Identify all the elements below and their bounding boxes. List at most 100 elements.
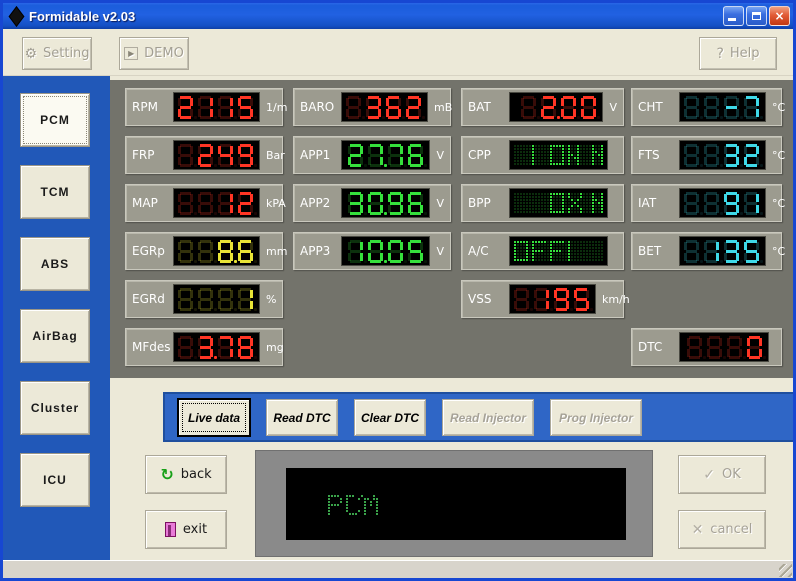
led-display-baro [341,92,428,122]
setting-button[interactable]: ⚙ Setting [22,37,92,70]
panel-label: BET [638,244,679,258]
panel-label: APP3 [300,244,341,258]
panel-label: APP1 [300,148,341,162]
read-dtc-button[interactable]: Read DTC [266,399,338,436]
check-icon: ✓ [703,467,715,483]
screen-text-pcm [328,495,379,516]
led-display-app3 [341,236,430,266]
sidebar-item-tcm[interactable]: TCM [20,165,90,219]
resize-grip[interactable] [779,564,792,577]
window-title: Formidable v2.03 [29,9,721,24]
panel-label: BAT [468,100,509,114]
panel-unit: mg [266,341,284,354]
module-sidebar: PCM TCM ABS AirBag Cluster ICU [3,76,110,560]
sidebar-item-cluster[interactable]: Cluster [20,381,90,435]
panel-bat: BAT V [461,88,624,126]
close-button[interactable]: × [769,6,790,26]
exit-door-icon [165,522,176,537]
main-body: PCM TCM ABS AirBag Cluster ICU RPM 1/m FRP Bar MA… [3,76,793,560]
panel-fts: FTS °C [631,136,782,174]
panel-dtc: DTC [631,328,782,366]
panel-label: EGRd [132,292,173,306]
panel-unit: 1/m [266,101,287,114]
led-display-mfdes [173,332,260,362]
panel-label: MFdes [132,340,173,354]
sidebar-item-icu[interactable]: ICU [20,453,90,507]
status-bar [3,560,793,578]
minimize-icon [728,18,736,21]
led-display-egrp [173,236,260,266]
led-display-area: RPM1/mFRPBarMAPkPAEGRpmmEGRd%MFdesmgBARO… [110,80,793,378]
panel-app1: APP1 V [293,136,451,174]
prog-injector-button[interactable]: Prog Injector [550,399,642,436]
panel-label: CPP [468,148,509,162]
read-injector-button[interactable]: Read Injector [442,399,534,436]
led-display-dtc [679,332,769,362]
sidebar-item-pcm[interactable]: PCM [20,93,90,147]
panel-unit: °C [772,149,785,162]
panel-unit: °C [772,101,785,114]
led-display-cpp [509,140,608,170]
back-button[interactable]: ↻ back [145,455,227,494]
panel-app3: APP3V [293,232,451,270]
led-display-fts [679,140,766,170]
cancel-button[interactable]: ✕ cancel [678,510,766,549]
led-display-map [173,188,260,218]
led-display-app2 [341,188,430,218]
app-window: Formidable v2.03 × ⚙ Setting ▶ DEMO ? He… [0,0,796,581]
panel-egrd: EGRd% [125,280,283,318]
sidebar-item-airbag[interactable]: AirBag [20,309,90,363]
app-icon [9,6,25,27]
panel-label: FRP [132,148,173,162]
refresh-back-icon: ↻ [160,468,173,482]
panel-unit: mm [266,245,287,258]
maximize-icon [752,12,761,20]
panel-label: CHT [638,100,679,114]
panel-unit: V [436,149,444,162]
led-display-frp [173,140,260,170]
led-display-cht [679,92,766,122]
exit-button-label: exit [183,522,207,537]
led-display-iat [679,188,766,218]
panel-label: BPP [468,196,509,210]
maximize-button[interactable] [746,6,767,26]
panel-label: DTC [638,340,679,354]
panel-label: VSS [468,292,509,306]
panel-bpp: BPP [461,184,624,222]
x-icon: ✕ [692,522,704,538]
sidebar-item-abs[interactable]: ABS [20,237,90,291]
demo-button-label: DEMO [144,46,184,61]
demo-button[interactable]: ▶ DEMO [119,37,189,70]
gear-icon: ⚙ [24,46,37,62]
panel-baro: BAROmB [293,88,451,126]
clear-dtc-button[interactable]: Clear DTC [354,399,426,436]
action-button-strip: Live data Read DTC Clear DTC Read Injector P… [163,392,793,442]
panel-unit: kPA [266,197,286,210]
panel-cpp: CPP [461,136,624,174]
panel-mfdes: MFdes mg [125,328,283,366]
panel-cht: CHT °C [631,88,782,126]
ok-button[interactable]: ✓ OK [678,455,766,494]
exit-button[interactable]: exit [145,510,227,549]
led-display-bet [679,236,766,266]
live-data-button[interactable]: Live data [178,399,250,436]
panel-unit: °C [772,197,785,210]
help-button[interactable]: ? Help [699,37,777,70]
cancel-button-label: cancel [710,522,752,537]
panel-label: A/C [468,244,509,258]
panel-label: RPM [132,100,173,114]
led-display-bpp [509,188,608,218]
panel-unit: °C [772,245,785,258]
panel-unit: Bar [266,149,285,162]
panel-label: APP2 [300,196,341,210]
panel-map: MAPkPA [125,184,283,222]
panel-label: FTS [638,148,679,162]
led-display-egrd [173,284,260,314]
play-icon: ▶ [124,47,138,60]
panel-label: IAT [638,196,679,210]
minimize-button[interactable] [723,6,744,26]
panel-bet: BET °C [631,232,782,270]
led-display-rpm [173,92,260,122]
panel-unit: V [609,101,617,114]
led-display-a-c [509,236,608,266]
